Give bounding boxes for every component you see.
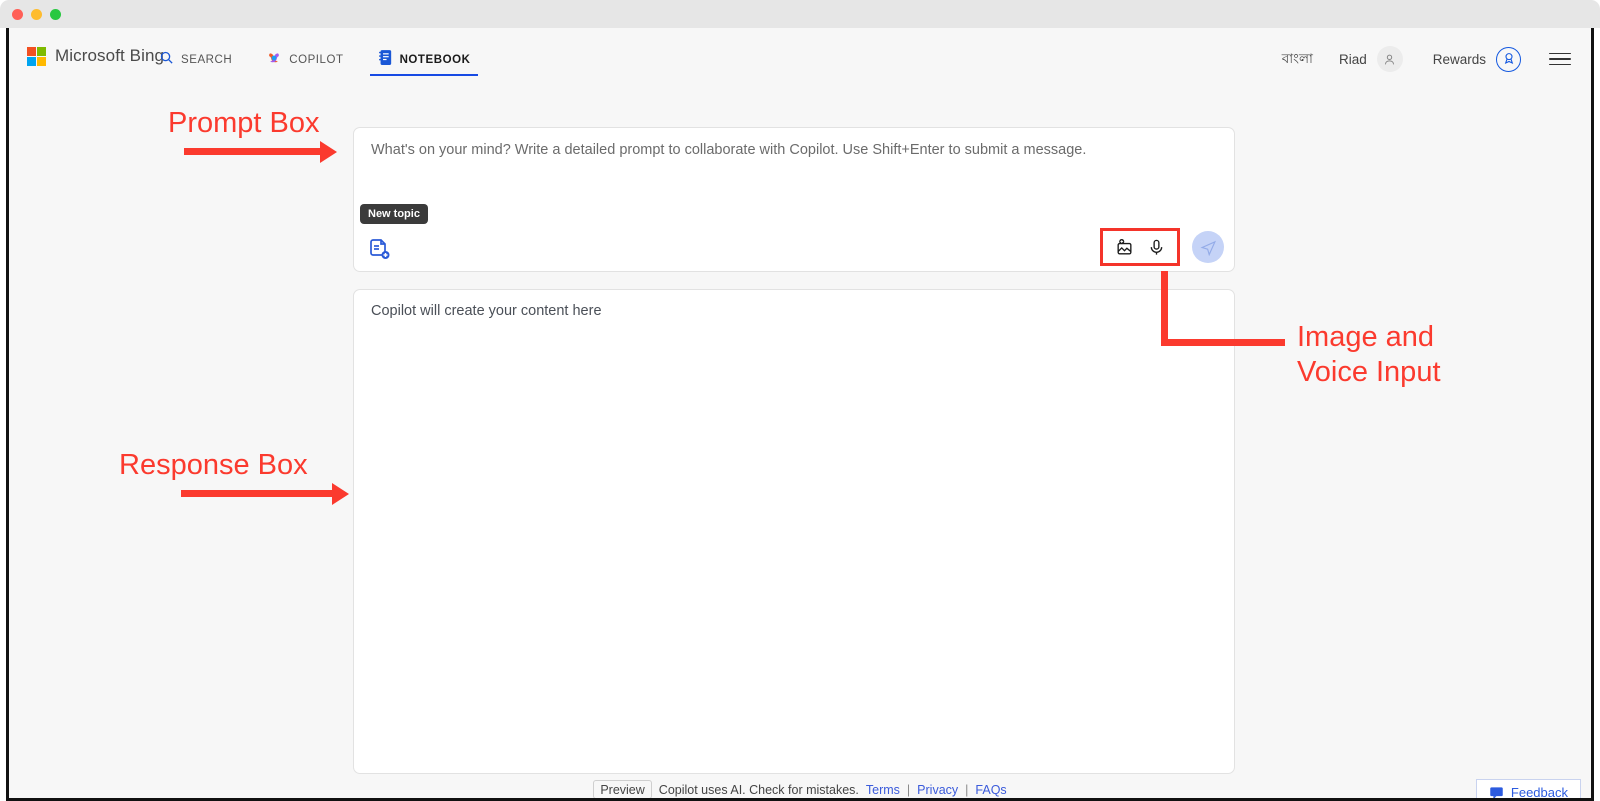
annotation-prompt-box-label: Prompt Box <box>168 106 320 141</box>
tab-notebook-label: NOTEBOOK <box>400 54 471 66</box>
minimize-window-button[interactable] <box>31 9 42 20</box>
voice-input-button[interactable] <box>1143 234 1169 260</box>
copilot-icon <box>266 50 282 71</box>
browser-window: Microsoft Bing SEARCH <box>0 0 1600 801</box>
annotation-image-voice-label: Image and Voice Input <box>1297 320 1441 391</box>
window-title-bar <box>0 0 1600 28</box>
hamburger-menu-icon[interactable] <box>1549 53 1571 66</box>
send-paper-plane-icon <box>1200 239 1217 256</box>
account-name[interactable]: Riad <box>1339 52 1367 67</box>
rewards-badge[interactable] <box>1496 47 1521 72</box>
ai-disclaimer: Copilot uses AI. Check for mistakes. <box>659 783 859 797</box>
bing-logo-link[interactable]: Microsoft Bing <box>27 46 164 66</box>
new-topic-tooltip: New topic <box>360 204 428 224</box>
site-header: Microsoft Bing SEARCH <box>9 28 1591 90</box>
microphone-icon <box>1147 238 1166 257</box>
annotation-arrow-response-box <box>181 483 361 505</box>
annotation-response-box-label: Response Box <box>119 448 308 483</box>
maximize-window-button[interactable] <box>50 9 61 20</box>
prompt-box[interactable]: What's on your mind? Write a detailed pr… <box>353 127 1235 272</box>
response-box[interactable]: Copilot will create your content here <box>353 289 1235 774</box>
privacy-link[interactable]: Privacy <box>917 783 958 797</box>
preview-badge: Preview <box>593 780 651 799</box>
image-and-voice-input-group <box>1100 228 1180 266</box>
terms-link[interactable]: Terms <box>866 783 900 797</box>
header-right-nav: বাংলা Riad Rewards <box>1282 28 1571 90</box>
faqs-link[interactable]: FAQs <box>975 783 1006 797</box>
medal-icon <box>1502 52 1516 67</box>
language-selector[interactable]: বাংলা <box>1282 48 1313 71</box>
close-window-button[interactable] <box>12 9 23 20</box>
footer-separator-2: | <box>965 783 968 797</box>
tab-copilot[interactable]: COPILOT <box>266 28 343 90</box>
bing-notebook-page: Microsoft Bing SEARCH <box>9 28 1591 798</box>
window-controls <box>12 9 61 20</box>
annotation-arrow-prompt-box <box>184 141 344 163</box>
avatar[interactable] <box>1377 46 1403 72</box>
add-image-icon <box>1115 238 1134 257</box>
new-topic-button[interactable] <box>368 237 392 261</box>
page-footer: Preview Copilot uses AI. Check for mista… <box>9 780 1591 799</box>
prompt-input-placeholder[interactable]: What's on your mind? Write a detailed pr… <box>371 142 1086 158</box>
speech-bubble-icon <box>1489 786 1504 800</box>
search-icon <box>159 50 174 70</box>
primary-nav-tabs: SEARCH COPILOT <box>159 28 470 90</box>
feedback-button[interactable]: Feedback <box>1476 779 1581 801</box>
response-placeholder: Copilot will create your content here <box>371 303 602 319</box>
brand-name: Microsoft Bing <box>55 46 164 66</box>
send-button[interactable] <box>1192 231 1224 263</box>
prompt-actions <box>1100 228 1224 266</box>
tab-copilot-label: COPILOT <box>289 54 343 66</box>
add-image-button[interactable] <box>1111 234 1137 260</box>
tab-search[interactable]: SEARCH <box>159 28 232 90</box>
footer-separator-1: | <box>907 783 910 797</box>
tab-search-label: SEARCH <box>181 54 232 66</box>
person-icon <box>1383 53 1396 66</box>
page-viewport: Microsoft Bing SEARCH <box>6 28 1594 801</box>
microsoft-logo-icon <box>27 47 46 66</box>
feedback-label: Feedback <box>1511 785 1568 800</box>
tab-notebook[interactable]: NOTEBOOK <box>378 28 471 90</box>
rewards-label[interactable]: Rewards <box>1433 52 1486 67</box>
new-topic-document-icon <box>368 237 392 261</box>
notebook-icon <box>378 49 393 71</box>
